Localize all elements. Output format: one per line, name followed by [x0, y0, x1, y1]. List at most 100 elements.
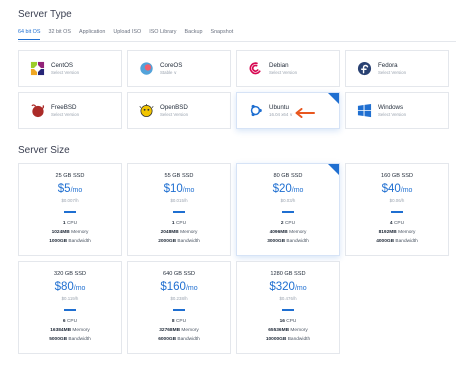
plan-disk: 25 GB SSD [55, 173, 85, 179]
cpu-value: 4 [389, 220, 393, 226]
plan-bandwidth: 5000GB Bandwidth [19, 335, 121, 344]
ubuntu-icon [247, 103, 263, 119]
os-card-debian[interactable]: Debian Select Version [236, 50, 340, 87]
plan-memory: 4096MB Memory [237, 228, 339, 237]
size-card-selected[interactable]: 80 GB SSD $20/mo $0.03/h 2 CPU 4096MB Me… [236, 163, 340, 256]
cpu-label: CPU [175, 318, 187, 324]
tab-64-bit-os[interactable]: 64 bit OS [18, 28, 41, 40]
plan-price: $160/mo [128, 279, 230, 295]
version-select[interactable]: Select Version [160, 112, 188, 118]
price-amount: $40 [381, 183, 401, 195]
os-card-freebsd[interactable]: FreeBSD Select Version [18, 92, 122, 129]
freebsd-icon [29, 103, 45, 119]
memory-label: Memory [71, 229, 89, 235]
plan-cpu: 16 CPU [237, 317, 339, 326]
size-card[interactable]: 640 GB SSD $160/mo $0.238/h 8 CPU 32768M… [127, 261, 231, 354]
cpu-label: CPU [286, 318, 297, 324]
plan-price: $320/mo [237, 279, 339, 295]
bandwidth-value: 5000GB [49, 336, 68, 342]
price-period: /mo [185, 285, 198, 292]
plan-memory: 1024MB Memory [19, 228, 121, 237]
plan-price: $5/mo [19, 181, 121, 197]
version-select[interactable]: Select Version [378, 112, 406, 118]
plan-cpu: 8 CPU [128, 317, 230, 326]
os-card-windows[interactable]: Windows Select Version [345, 92, 449, 129]
tab-32-bit-os[interactable]: 32 bit OS [48, 28, 70, 42]
plan-cpu: 4 CPU [346, 219, 448, 228]
tab-snapshot[interactable]: Snapshot [210, 28, 233, 42]
plan-cpu: 1 CPU [128, 219, 230, 228]
centos-icon [29, 61, 45, 77]
size-card[interactable]: 25 GB SSD $5/mo $0.007/h 1 CPU 1024MB Me… [18, 163, 122, 256]
memory-label: Memory [398, 229, 416, 235]
os-tabs: 64 bit OS 32 bit OS Application Upload I… [18, 28, 456, 42]
price-period: /mo [70, 187, 83, 194]
size-grid: 25 GB SSD $5/mo $0.007/h 1 CPU 1024MB Me… [18, 163, 450, 354]
bandwidth-value: 1000GB [49, 238, 68, 244]
price-amount: $320 [269, 281, 295, 293]
plan-hourly: $0.476/h [279, 296, 297, 301]
memory-value: 65536MB [268, 327, 290, 333]
os-card-centos[interactable]: CentOS Select Version [18, 50, 122, 87]
plan-bandwidth: 6000GB Bandwidth [128, 335, 230, 344]
version-select[interactable]: Stable ∨ [160, 70, 182, 76]
plan-disk: 55 GB SSD [164, 173, 194, 179]
plan-bandwidth: 2000GB Bandwidth [128, 237, 230, 246]
price-amount: $10 [163, 183, 183, 195]
cpu-value: 6 [62, 318, 66, 324]
plan-memory: 65536MB Memory [237, 326, 339, 335]
plan-price: $20/mo [237, 181, 339, 197]
bandwidth-label: Bandwidth [68, 238, 91, 244]
memory-value: 1024MB [51, 229, 70, 235]
bandwidth-value: 10000GB [265, 336, 287, 342]
size-card[interactable]: 55 GB SSD $10/mo $0.015/h 1 CPU 2048MB M… [127, 163, 231, 256]
memory-label: Memory [290, 327, 308, 333]
bandwidth-label: Bandwidth [287, 336, 311, 342]
tab-upload-iso[interactable]: Upload ISO [113, 28, 141, 42]
os-card-ubuntu[interactable]: Ubuntu 16.04 x64 ∨ [236, 92, 340, 129]
os-grid: CentOS Select Version CoreOS Stable ∨ De… [18, 50, 450, 129]
memory-value: 2048MB [160, 229, 179, 235]
tab-application[interactable]: Application [79, 28, 105, 42]
version-select[interactable]: Select Version [51, 70, 79, 76]
tab-iso-library[interactable]: ISO Library [149, 28, 176, 42]
plan-price: $40/mo [346, 181, 448, 197]
memory-label: Memory [72, 327, 90, 333]
size-card[interactable]: 320 GB SSD $80/mo $0.119/h 6 CPU 16384MB… [18, 261, 122, 354]
bandwidth-value: 6000GB [158, 336, 177, 342]
bandwidth-label: Bandwidth [177, 238, 200, 244]
version-select[interactable]: Select Version [378, 70, 406, 76]
bandwidth-label: Bandwidth [68, 336, 91, 342]
os-name: CentOS [51, 61, 74, 69]
bandwidth-label: Bandwidth [286, 238, 309, 244]
plan-hourly: $0.238/h [170, 296, 188, 301]
cpu-value: 16 [279, 318, 285, 324]
plan-bandwidth: 10000GB Bandwidth [237, 335, 339, 344]
debian-icon [247, 61, 263, 77]
fedora-icon [356, 61, 372, 77]
plan-disk: 80 GB SSD [273, 173, 303, 179]
memory-value: 4096MB [269, 229, 288, 235]
bandwidth-value: 2000GB [158, 238, 177, 244]
version-select[interactable]: Select Version [51, 112, 79, 118]
version-select[interactable]: Select Version [269, 70, 297, 76]
os-card-coreos[interactable]: CoreOS Stable ∨ [127, 50, 231, 87]
memory-value: 8192MB [378, 229, 397, 235]
tab-backup[interactable]: Backup [184, 28, 202, 42]
selected-corner-marker [328, 164, 339, 175]
version-select[interactable]: 16.04 x64 ∨ [269, 112, 293, 118]
plan-hourly: $0.015/h [170, 198, 188, 203]
coreos-icon [138, 61, 154, 77]
size-card[interactable]: 160 GB SSD $40/mo $0.06/h 4 CPU 8192MB M… [345, 163, 449, 256]
arrow-left-icon [293, 105, 315, 123]
plan-price: $80/mo [19, 279, 121, 295]
bandwidth-value: 4000GB [376, 238, 395, 244]
plan-memory: 8192MB Memory [346, 228, 448, 237]
memory-label: Memory [289, 229, 307, 235]
os-name: OpenBSD [160, 103, 188, 111]
os-card-fedora[interactable]: Fedora Select Version [345, 50, 449, 87]
cpu-label: CPU [66, 318, 78, 324]
divider [282, 309, 294, 311]
size-card[interactable]: 1280 GB SSD $320/mo $0.476/h 16 CPU 6553… [236, 261, 340, 354]
os-card-openbsd[interactable]: OpenBSD Select Version [127, 92, 231, 129]
